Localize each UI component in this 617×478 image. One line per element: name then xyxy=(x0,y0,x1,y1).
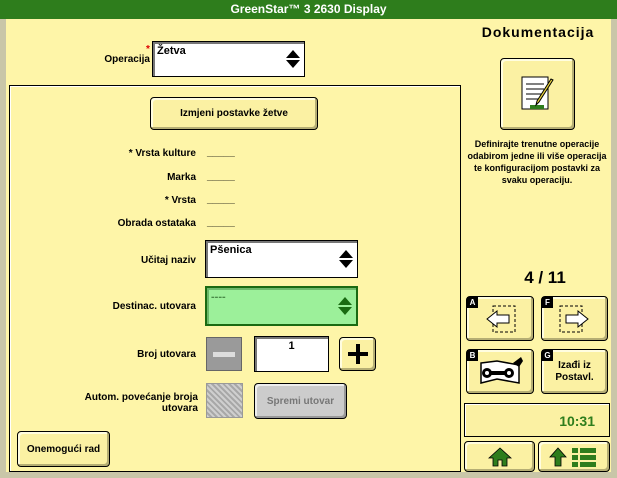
exit-setup-label: Izađi iz Postavl. xyxy=(555,359,594,383)
next-page-button[interactable]: F xyxy=(541,296,608,341)
frame-right xyxy=(611,19,617,478)
operation-select[interactable]: Žetva xyxy=(152,41,305,77)
load-name-value: Pšenica xyxy=(210,244,252,256)
page-description: Definirajte trenutne operacije odabirom … xyxy=(467,139,607,185)
wrench-manual-icon xyxy=(480,356,523,384)
increment-button[interactable] xyxy=(339,337,376,371)
load-count-field[interactable]: 1 xyxy=(254,336,329,372)
key-a-badge: A xyxy=(467,297,478,308)
operation-label: Operacija xyxy=(104,54,150,65)
key-g-badge: G xyxy=(542,350,553,361)
home-icon xyxy=(487,446,512,466)
decrement-button[interactable] xyxy=(206,337,242,371)
clock-display: 10:31 xyxy=(464,403,610,437)
destination-select[interactable]: ---- xyxy=(205,286,358,326)
menu-up-button[interactable] xyxy=(538,441,610,472)
auto-increment-label: Autom. povećanje broja utovara xyxy=(84,392,198,414)
disable-operation-button[interactable]: Onemogući rad xyxy=(17,431,110,467)
title-bar: GreenStar™ 3 2630 Display xyxy=(0,0,617,19)
previous-arrow-icon xyxy=(486,305,516,332)
plus-icon xyxy=(347,344,368,364)
documentation-button[interactable] xyxy=(500,58,575,130)
key-b-badge: B xyxy=(467,350,478,361)
up-menu-icon xyxy=(549,446,596,467)
brand-label: Marka xyxy=(167,172,196,183)
edit-harvest-settings-button[interactable]: Izmjeni postavke žetve xyxy=(150,97,318,130)
frame-bottom xyxy=(0,472,617,478)
next-arrow-icon xyxy=(559,305,589,332)
load-name-label: Učitaj naziv xyxy=(140,255,196,266)
variety-value: _____ xyxy=(207,194,235,205)
residue-treatment-label: Obrada ostataka xyxy=(117,218,196,229)
destination-label: Destinac. utovara xyxy=(112,301,196,312)
spinner-arrows-icon xyxy=(286,50,300,68)
spinner-arrows-icon xyxy=(338,297,352,315)
variety-label: * Vrsta xyxy=(164,195,196,206)
crop-type-label: * Vrsta kulture xyxy=(128,148,196,159)
exit-setup-button[interactable]: G Izađi iz Postavl. xyxy=(541,349,608,394)
brand-value: _____ xyxy=(207,171,235,182)
auto-increment-checkbox[interactable] xyxy=(206,383,243,418)
page-indicator: 4 / 11 xyxy=(524,268,566,287)
page-heading: Dokumentacija xyxy=(481,24,595,40)
destination-value: ---- xyxy=(211,291,226,303)
previous-page-button[interactable]: A xyxy=(466,296,534,341)
load-count-label: Broj utovara xyxy=(137,349,196,360)
crop-type-value: _____ xyxy=(207,147,235,158)
load-name-select[interactable]: Pšenica xyxy=(205,240,358,278)
key-f-badge: F xyxy=(542,297,553,308)
residue-treatment-value: _____ xyxy=(207,217,235,228)
document-edit-icon xyxy=(521,76,554,110)
save-load-button[interactable]: Spremi utovar xyxy=(254,383,347,419)
frame-left xyxy=(0,19,6,478)
spinner-arrows-icon xyxy=(339,250,353,268)
home-button[interactable] xyxy=(464,441,535,472)
minus-icon xyxy=(213,351,235,357)
setup-manual-button[interactable]: B xyxy=(466,349,534,394)
operation-value: Žetva xyxy=(157,45,186,57)
